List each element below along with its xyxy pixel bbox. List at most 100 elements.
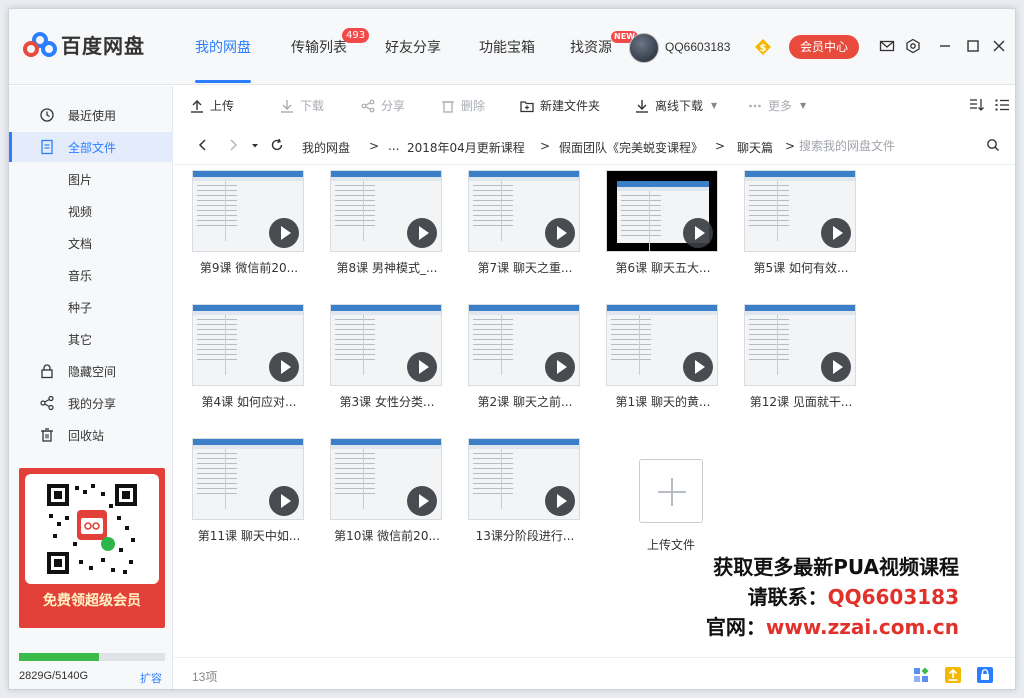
sidebar-item-recent[interactable]: 最近使用	[9, 100, 173, 130]
play-icon[interactable]	[821, 218, 851, 248]
play-icon[interactable]	[269, 352, 299, 382]
breadcrumb-item[interactable]: 我的网盘	[302, 139, 350, 156]
file-tile[interactable]: 第5课 如何有效...	[731, 170, 871, 290]
thumbnail-detail	[501, 181, 502, 241]
file-name: 13课分阶段进行...	[475, 529, 575, 543]
tab-transfer-list[interactable]: 传输列表	[291, 37, 347, 57]
thumbnail-detail	[473, 185, 513, 229]
refresh-icon[interactable]	[270, 138, 284, 152]
upload-tray-icon[interactable]	[944, 666, 962, 684]
username[interactable]: QQ6603183	[665, 40, 730, 54]
file-tile[interactable]: 第10课 微信前20...	[317, 438, 457, 558]
thumbnail-detail	[193, 177, 303, 181]
vip-center-button[interactable]: 会员中心	[789, 35, 859, 59]
safe-box-icon[interactable]	[976, 666, 994, 684]
share-icon	[40, 395, 54, 411]
share-button[interactable]: 分享	[361, 97, 405, 114]
sort-icon[interactable]	[968, 97, 984, 113]
thumbnail-detail	[335, 453, 375, 497]
sidebar-item-label: 图片	[68, 172, 93, 187]
minimize-icon[interactable]	[937, 38, 953, 54]
search-icon[interactable]	[986, 138, 1000, 152]
sidebar-item-all-files[interactable]: 全部文件	[9, 132, 173, 162]
play-icon[interactable]	[545, 486, 575, 516]
thumbnail-detail	[193, 311, 303, 315]
history-dropdown-icon[interactable]	[250, 138, 260, 152]
breadcrumb-item[interactable]: 2018年04月更新课程	[407, 139, 525, 156]
play-icon[interactable]	[407, 352, 437, 382]
sidebar-item-music[interactable]: 音乐	[9, 260, 173, 290]
video-thumbnail	[192, 438, 304, 520]
tab-friend-share[interactable]: 好友分享	[385, 37, 441, 57]
sidebar-item-label: 音乐	[68, 268, 93, 283]
header: 百度网盘 我的网盘 传输列表 493 好友分享 功能宝箱 找资源 NEW QQ6…	[9, 9, 1015, 85]
file-name: 第4课 如何应对...	[201, 395, 297, 409]
thumbnail-detail	[197, 185, 237, 229]
play-icon[interactable]	[269, 218, 299, 248]
expand-storage-link[interactable]: 扩容	[140, 670, 162, 686]
sidebar-item-documents[interactable]: 文档	[9, 228, 173, 258]
tab-find-resources[interactable]: 找资源	[570, 37, 612, 57]
apps-icon[interactable]	[912, 666, 930, 684]
play-icon[interactable]	[269, 486, 299, 516]
watermark-site-label: 官网：	[705, 615, 766, 639]
tab-my-drive[interactable]: 我的网盘	[195, 37, 251, 57]
file-tile[interactable]: 13课分阶段进行...	[455, 438, 595, 558]
file-tile[interactable]: 第6课 聊天五大...	[593, 170, 733, 290]
file-tile[interactable]: 第11课 聊天中如...	[179, 438, 319, 558]
close-icon[interactable]	[991, 38, 1007, 54]
file-tile[interactable]: 第8课 男神模式_...	[317, 170, 457, 290]
play-icon[interactable]	[545, 352, 575, 382]
forward-icon[interactable]	[226, 138, 240, 152]
file-tile[interactable]: 第1课 聊天的黄...	[593, 304, 733, 424]
sidebar-item-hidden-space[interactable]: 隐藏空间	[9, 356, 173, 386]
file-name: 第8课 男神模式_...	[336, 261, 438, 275]
sidebar-item-videos[interactable]: 视频	[9, 196, 173, 226]
sidebar-item-torrents[interactable]: 种子	[9, 292, 173, 322]
breadcrumb-item[interactable]: 聊天篇	[737, 139, 773, 156]
download-button[interactable]: 下载	[280, 97, 324, 114]
file-name: 第1课 聊天的黄...	[615, 395, 711, 409]
sidebar-item-images[interactable]: 图片	[9, 164, 173, 194]
file-tile[interactable]: 第4课 如何应对...	[179, 304, 319, 424]
file-tile[interactable]: 第3课 女性分类...	[317, 304, 457, 424]
upload-file-tile[interactable]	[639, 459, 703, 523]
delete-button[interactable]: 删除	[441, 97, 485, 114]
mail-icon[interactable]	[879, 38, 895, 54]
list-view-icon[interactable]	[994, 97, 1010, 113]
maximize-icon[interactable]	[965, 38, 981, 54]
upload-button[interactable]: 上传	[190, 97, 234, 114]
more-button[interactable]: 更多 ▼	[748, 97, 806, 114]
sidebar-item-recycle-bin[interactable]: 回收站	[9, 420, 173, 450]
trash-icon	[41, 428, 53, 442]
breadcrumb-item[interactable]: 假面团队《完美蜕变课程》	[559, 139, 703, 156]
sidebar-item-my-shares[interactable]: 我的分享	[9, 388, 173, 418]
file-tile[interactable]: 第7课 聊天之重...	[455, 170, 595, 290]
avatar[interactable]	[629, 33, 659, 63]
upload-icon	[191, 99, 203, 113]
app-logo: 百度网盘	[23, 30, 145, 59]
play-icon[interactable]	[821, 352, 851, 382]
sidebar-item-other[interactable]: 其它	[9, 324, 173, 354]
settings-icon[interactable]	[905, 38, 921, 54]
sidebar: 最近使用 全部文件 图片 视频 文档 音乐 种子 其它 隐藏空间 我的分享 回收…	[9, 86, 173, 689]
play-icon[interactable]	[545, 218, 575, 248]
file-tile[interactable]: 第9课 微信前20...	[179, 170, 319, 290]
play-icon[interactable]	[407, 486, 437, 516]
play-icon[interactable]	[683, 218, 713, 248]
promo-banner[interactable]: 免费领超级会员	[19, 468, 165, 628]
play-icon[interactable]	[407, 218, 437, 248]
more-label: 更多	[768, 99, 793, 113]
file-tile[interactable]: 第12课 见面就干...	[731, 304, 871, 424]
coin-icon[interactable]: $	[754, 38, 772, 56]
new-folder-button[interactable]: 新建文件夹	[520, 97, 600, 114]
file-name: 第10课 微信前20...	[334, 529, 440, 543]
file-tile[interactable]: 第2课 聊天之前...	[455, 304, 595, 424]
file-name: 第3课 女性分类...	[339, 395, 435, 409]
thumbnail-detail	[193, 445, 303, 449]
back-icon[interactable]	[196, 138, 210, 152]
search-input[interactable]	[799, 133, 989, 159]
tab-toolbox[interactable]: 功能宝箱	[479, 37, 535, 57]
play-icon[interactable]	[683, 352, 713, 382]
offline-download-button[interactable]: 离线下载 ▼	[635, 97, 717, 114]
